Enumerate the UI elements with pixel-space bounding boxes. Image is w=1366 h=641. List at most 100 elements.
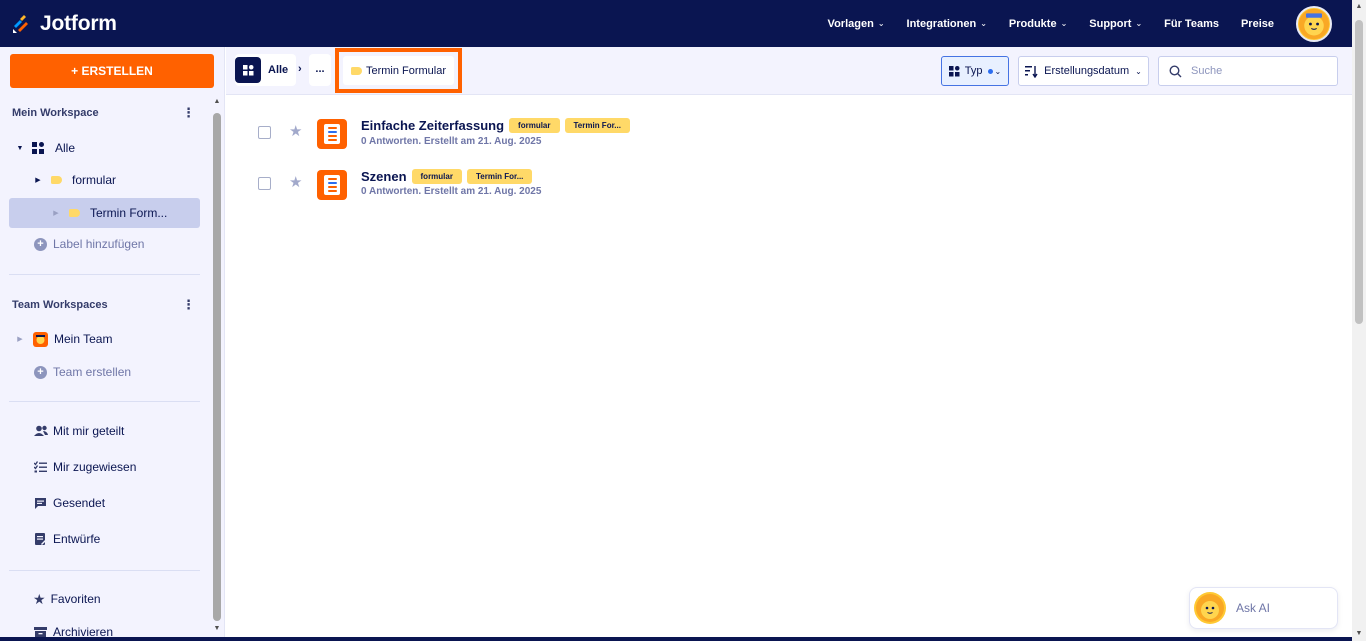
shared-users-icon — [34, 425, 48, 436]
chevron-down-icon: ⌄ — [1060, 19, 1068, 28]
sidebar-item-label: Termin Form... — [90, 206, 168, 220]
nav-label: Vorlagen — [827, 17, 874, 30]
scroll-up-arrow-icon[interactable]: ▲ — [210, 96, 224, 108]
create-team-button[interactable]: + Team erstellen — [9, 357, 200, 387]
page-scrollbar[interactable]: ▲ ▼ — [1352, 0, 1366, 641]
search-box[interactable] — [1158, 56, 1338, 86]
message-icon — [35, 497, 46, 509]
sidebar-item-label: formular — [72, 173, 117, 187]
breadcrumb-all[interactable]: Alle — [235, 54, 297, 86]
tag-badge[interactable]: Termin For... — [466, 169, 533, 184]
lion-avatar-icon — [1298, 8, 1330, 39]
chevron-down-icon: ⌄ — [1135, 66, 1142, 76]
sidebar-item-assigned[interactable]: Mir zugewiesen — [9, 452, 200, 482]
ask-ai-label: Ask AI — [1236, 601, 1271, 615]
lion-assistant-icon — [1194, 592, 1226, 624]
nav-item-vorlagen[interactable]: Vorlagen ⌄ — [828, 18, 885, 30]
brand-name: Jotform — [40, 11, 117, 35]
sidebar-item-formular[interactable]: ▶ formular — [9, 165, 200, 195]
sidebar-item-label: Entwürfe — [53, 532, 101, 546]
chevron-down-icon: ⌄ — [877, 19, 885, 28]
nav-label: Produkte — [1008, 17, 1057, 30]
sidebar-divider — [9, 570, 200, 571]
scroll-down-arrow-icon[interactable]: ▼ — [210, 623, 224, 635]
sidebar-item-mein-team[interactable]: ▶ Mein Team — [9, 324, 200, 354]
scrollbar-thumb[interactable] — [213, 113, 221, 621]
nav-item-integrationen[interactable]: Integrationen ⌄ — [907, 18, 987, 30]
sidebar-item-label: Favoriten — [50, 592, 101, 606]
sort-icon — [1025, 65, 1038, 78]
caret-down-icon[interactable]: ▼ — [15, 145, 25, 152]
sidebar-item-shared[interactable]: Mit mir geteilt — [9, 416, 200, 446]
row-checkbox[interactable] — [258, 126, 271, 139]
star-icon[interactable]: ★ — [289, 122, 302, 140]
nav-label: Für Teams — [1164, 17, 1219, 30]
sidebar-item-label: Gesendet — [53, 496, 106, 510]
list-item[interactable]: ★ Einfache Zeiterfassung formular Termin… — [226, 107, 1352, 159]
tag-badge[interactable]: formular — [509, 118, 560, 133]
sidebar-item-label: Mit mir geteilt — [53, 424, 125, 438]
form-icon — [317, 119, 347, 149]
nav-item-fuer-teams[interactable]: Für Teams — [1164, 18, 1219, 30]
list-item[interactable]: ★ Szenen formular Termin For... 0 Antwor… — [226, 159, 1352, 211]
sidebar-item-sent[interactable]: Gesendet — [9, 488, 200, 518]
sidebar-divider — [9, 274, 200, 275]
sort-button[interactable]: Erstellungsdatum ⌄ — [1018, 56, 1149, 86]
sidebar: + ERSTELLEN Mein Workspace ⋮ ▼ Alle ▶ fo… — [0, 47, 225, 637]
form-icon — [317, 170, 347, 200]
plus-circle-icon: + — [34, 365, 47, 379]
form-title[interactable]: Szenen — [361, 169, 407, 184]
my-workspace-more-icon[interactable]: ⋮ — [182, 105, 195, 121]
sidebar-item-archive[interactable]: Archivieren — [9, 617, 200, 637]
team-avatar-icon — [33, 331, 48, 347]
team-workspaces-more-icon[interactable]: ⋮ — [182, 297, 195, 313]
chevron-down-icon: ⌄ — [994, 66, 1002, 76]
sidebar-scrollbar[interactable]: ▲ ▼ — [210, 96, 224, 637]
nav-item-preise[interactable]: Preise — [1241, 18, 1274, 30]
jotform-logo[interactable]: Jotform — [11, 12, 117, 36]
sidebar-item-termin-formular[interactable]: ▶ Termin Form... — [9, 198, 200, 228]
nav-item-support[interactable]: Support ⌄ — [1089, 18, 1142, 30]
type-filter-button[interactable]: Typ ⌄ — [941, 56, 1009, 86]
tag-badge[interactable]: Termin For... — [564, 118, 630, 133]
add-label-button[interactable]: + Label hinzufügen — [9, 229, 200, 259]
breadcrumb-all-label: Alle — [268, 64, 289, 76]
scroll-up-arrow-icon[interactable]: ▲ — [1352, 0, 1366, 14]
breadcrumb-current[interactable]: Termin Formular — [335, 48, 462, 93]
form-title[interactable]: Einfache Zeiterfassung — [361, 118, 504, 133]
sidebar-divider — [9, 401, 200, 402]
sidebar-item-alle[interactable]: ▼ Alle — [9, 133, 200, 163]
create-button[interactable]: + ERSTELLEN — [10, 54, 214, 88]
grid-icon — [32, 141, 44, 154]
row-checkbox[interactable] — [258, 177, 271, 190]
plus-circle-icon: + — [34, 237, 47, 251]
team-workspaces-title: Team Workspaces — [12, 299, 108, 311]
label-tag-icon — [350, 66, 362, 75]
caret-right-icon[interactable]: ▶ — [51, 209, 61, 217]
active-filter-dot-icon — [987, 68, 993, 74]
sidebar-item-label: Mein Team — [54, 332, 113, 346]
search-icon — [1169, 64, 1182, 77]
sidebar-item-drafts[interactable]: Entwürfe — [9, 524, 200, 554]
scroll-down-arrow-icon[interactable]: ▼ — [1352, 627, 1366, 641]
label-tag-icon — [69, 209, 80, 217]
breadcrumb-more[interactable]: ... — [309, 54, 331, 86]
user-avatar[interactable] — [1296, 5, 1332, 42]
search-input[interactable] — [1191, 65, 1321, 77]
caret-right-icon[interactable]: ▶ — [15, 335, 25, 343]
tag-badge[interactable]: formular — [411, 169, 462, 184]
sidebar-item-favorites[interactable]: ★ Favoriten — [9, 584, 200, 614]
content-toolbar: Alle › ... Termin Formular Typ ⌄ Erstell… — [226, 47, 1352, 95]
nav-item-produkte[interactable]: Produkte ⌄ — [1009, 18, 1067, 30]
add-label-text: Label hinzufügen — [53, 237, 145, 251]
chevron-down-icon: ⌄ — [1135, 19, 1143, 28]
chevron-down-icon: ⌄ — [980, 19, 987, 28]
scrollbar-thumb[interactable] — [1355, 20, 1363, 324]
ask-ai-button[interactable]: Ask AI — [1189, 587, 1338, 629]
star-icon[interactable]: ★ — [289, 173, 302, 191]
sidebar-item-label: Archivieren — [53, 625, 114, 637]
form-meta: 0 Antworten. Erstellt am 21. Aug. 2025 — [361, 136, 542, 147]
form-meta: 0 Antworten. Erstellt am 21. Aug. 2025 — [361, 186, 542, 197]
create-team-text: Team erstellen — [53, 365, 132, 379]
caret-right-icon[interactable]: ▶ — [33, 176, 43, 184]
